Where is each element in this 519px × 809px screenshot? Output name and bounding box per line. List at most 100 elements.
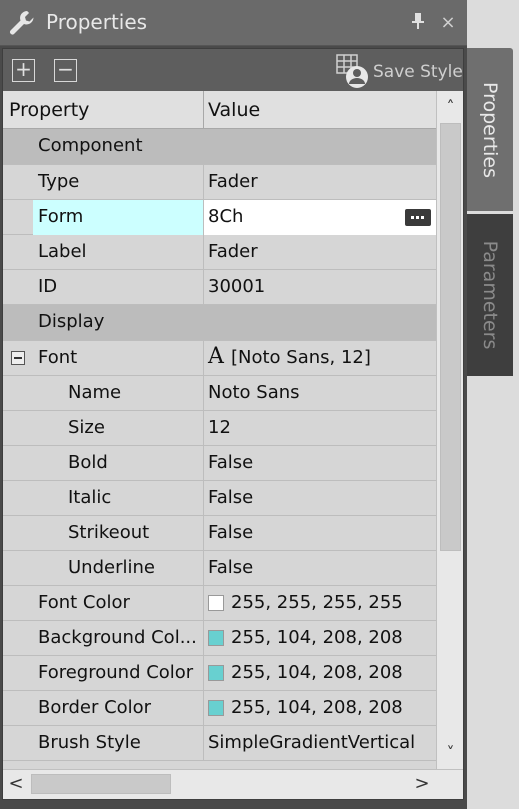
scroll-down-icon[interactable]: ˅ bbox=[437, 741, 464, 765]
property-row[interactable]: Label Fader bbox=[3, 235, 436, 270]
property-row[interactable]: Border Color 255, 104, 208, 208 bbox=[3, 691, 436, 726]
property-row[interactable]: Foreground Color 255, 104, 208, 208 bbox=[3, 656, 436, 691]
category-row[interactable]: Display bbox=[3, 305, 436, 341]
property-name: Strikeout bbox=[68, 522, 150, 543]
property-row[interactable]: Background Col... 255, 104, 208, 208 bbox=[3, 621, 436, 656]
property-row[interactable]: Italic False bbox=[3, 481, 436, 516]
collapse-toggle-icon[interactable] bbox=[11, 351, 25, 365]
tab-parameters[interactable]: Parameters bbox=[467, 214, 513, 376]
property-row[interactable]: Font Color 255, 255, 255, 255 bbox=[3, 586, 436, 621]
property-name: Bold bbox=[68, 452, 108, 473]
property-name: Background Col... bbox=[38, 627, 197, 648]
cell-divider bbox=[203, 200, 204, 235]
ellipsis-icon[interactable] bbox=[405, 209, 431, 226]
property-column-header: Property bbox=[9, 99, 90, 121]
property-value: Fader bbox=[208, 171, 258, 192]
property-name: Font bbox=[38, 347, 78, 368]
property-name: Border Color bbox=[38, 697, 152, 718]
save-style-icon bbox=[336, 54, 368, 88]
property-row[interactable]: Form 8Ch bbox=[3, 200, 436, 235]
vertical-scrollbar[interactable]: ˄ ˅ bbox=[436, 91, 463, 769]
property-row[interactable]: Brush Style SimpleGradientVertical bbox=[3, 726, 436, 761]
cell-divider bbox=[203, 586, 204, 621]
scroll-left-icon[interactable]: < bbox=[5, 772, 27, 796]
property-row[interactable]: Strikeout False bbox=[3, 516, 436, 551]
color-swatch bbox=[208, 665, 224, 681]
expand-all-button[interactable]: + bbox=[12, 59, 35, 82]
close-icon[interactable]: × bbox=[438, 12, 458, 34]
property-name: Foreground Color bbox=[38, 662, 194, 683]
property-value: [Noto Sans, 12] bbox=[231, 347, 371, 368]
property-value: False bbox=[208, 557, 254, 578]
color-swatch bbox=[208, 595, 224, 611]
property-name: Underline bbox=[68, 557, 155, 578]
pin-icon[interactable] bbox=[408, 12, 428, 34]
category-label: Display bbox=[38, 311, 105, 332]
font-glyph-icon: A bbox=[208, 344, 224, 369]
category-row[interactable]: Component bbox=[3, 129, 436, 165]
cell-divider bbox=[203, 551, 204, 586]
cell-divider bbox=[203, 481, 204, 516]
cell-divider bbox=[203, 691, 204, 726]
property-row[interactable]: ID 30001 bbox=[3, 270, 436, 305]
scroll-right-icon[interactable]: > bbox=[411, 772, 433, 796]
cell-divider bbox=[203, 726, 204, 761]
property-value: Fader bbox=[208, 241, 258, 262]
property-name: ID bbox=[38, 276, 58, 297]
property-row[interactable]: Underline False bbox=[3, 551, 436, 586]
title-bar: Properties × bbox=[0, 0, 467, 46]
tab-label: Parameters bbox=[479, 240, 501, 350]
property-row[interactable]: Type Fader bbox=[3, 165, 436, 200]
property-grid: Property Value Component Type Fader Form 8Ch… bbox=[3, 91, 436, 769]
property-name: Italic bbox=[68, 487, 112, 508]
cell-divider bbox=[203, 235, 204, 270]
horizontal-scrollbar[interactable]: < > bbox=[3, 769, 463, 799]
cell-divider bbox=[203, 411, 204, 446]
property-name: Font Color bbox=[38, 592, 130, 613]
cell-divider bbox=[203, 376, 204, 411]
tab-properties[interactable]: Properties bbox=[467, 48, 513, 211]
property-grid-container: + − Save Style Property Value Component … bbox=[2, 48, 464, 800]
property-value: False bbox=[208, 452, 254, 473]
property-value: False bbox=[208, 487, 254, 508]
cell-divider bbox=[203, 341, 204, 376]
property-value: 255, 255, 255, 255 bbox=[231, 592, 403, 613]
cell-divider bbox=[203, 621, 204, 656]
wrench-icon bbox=[9, 11, 34, 35]
cell-divider bbox=[203, 656, 204, 691]
color-swatch bbox=[208, 700, 224, 716]
horizontal-scroll-thumb[interactable] bbox=[31, 774, 171, 794]
save-style-label: Save Style bbox=[373, 62, 463, 82]
property-row[interactable]: Font A [Noto Sans, 12] bbox=[3, 341, 436, 376]
tab-label: Properties bbox=[479, 81, 501, 178]
property-value: SimpleGradientVertical bbox=[208, 732, 416, 753]
property-value: 30001 bbox=[208, 276, 266, 297]
property-value[interactable]: 8Ch bbox=[208, 206, 243, 227]
cell-divider bbox=[203, 446, 204, 481]
cell-divider bbox=[203, 270, 204, 305]
property-row[interactable]: Bold False bbox=[3, 446, 436, 481]
panel-title: Properties bbox=[46, 10, 148, 34]
collapse-all-button[interactable]: − bbox=[54, 59, 77, 82]
property-value: Noto Sans bbox=[208, 382, 300, 403]
vertical-scroll-thumb[interactable] bbox=[440, 123, 461, 551]
toolbar: + − Save Style bbox=[3, 49, 463, 91]
column-splitter[interactable] bbox=[203, 91, 204, 129]
value-column-header: Value bbox=[208, 99, 261, 121]
property-name: Name bbox=[68, 382, 122, 403]
side-tab-strip: Properties Parameters bbox=[467, 0, 519, 809]
property-row[interactable]: Name Noto Sans bbox=[3, 376, 436, 411]
grid-header: Property Value bbox=[3, 91, 436, 129]
save-style-button[interactable]: Save Style bbox=[333, 53, 463, 89]
property-name: Brush Style bbox=[38, 732, 141, 753]
property-value: 255, 104, 208, 208 bbox=[231, 662, 403, 683]
property-row[interactable]: Size 12 bbox=[3, 411, 436, 446]
property-name: Type bbox=[38, 171, 80, 192]
property-name: Label bbox=[38, 241, 87, 262]
property-value: False bbox=[208, 522, 254, 543]
property-name: Form bbox=[38, 206, 84, 227]
property-value: 255, 104, 208, 208 bbox=[231, 697, 403, 718]
cell-divider bbox=[203, 165, 204, 200]
category-label: Component bbox=[38, 135, 143, 156]
scroll-up-icon[interactable]: ˄ bbox=[437, 95, 464, 119]
